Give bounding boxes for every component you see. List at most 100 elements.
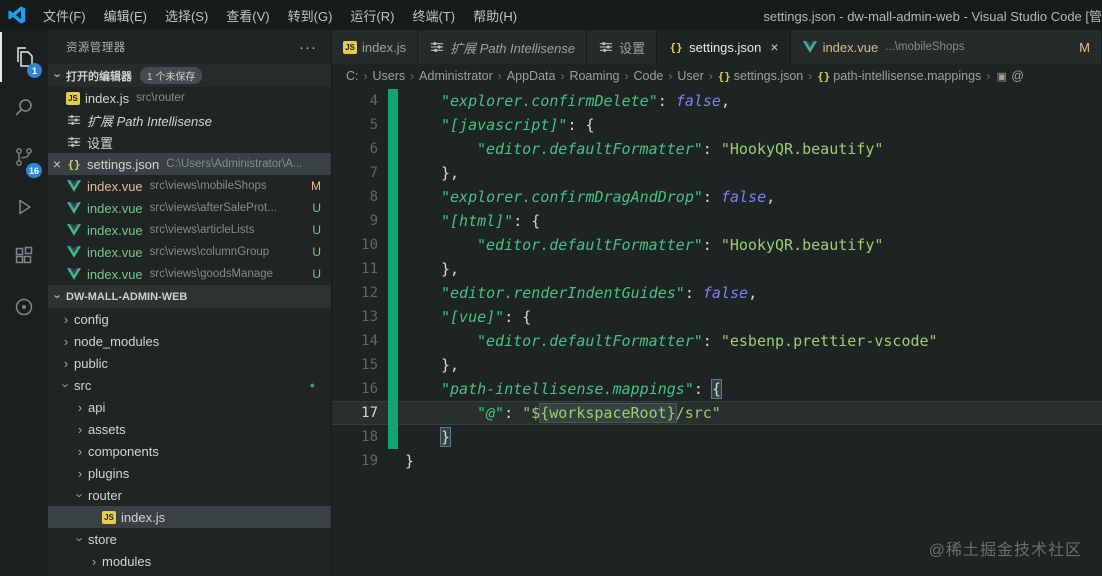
symbol-property-icon: ▣ (996, 70, 1007, 83)
code-line[interactable]: 6 "editor.defaultFormatter": "HookyQR.bea… (332, 137, 1102, 161)
line-number[interactable]: 7 (332, 165, 388, 181)
code-line[interactable]: 10 "editor.defaultFormatter": "HookyQR.be… (332, 233, 1102, 257)
tree-item-api[interactable]: › api (48, 396, 331, 418)
code-line[interactable]: 9 "[html]": { (332, 209, 1102, 233)
editor-area: JS index.js 扩展 Path Intellisense 设置{} settin… (332, 30, 1102, 576)
modified-gutter (388, 161, 398, 185)
breadcrumb-item[interactable]: ▣ @ (995, 69, 1024, 83)
code-line[interactable]: 17 "@": "${workspaceRoot}/src" (332, 401, 1102, 425)
tree-item-index.js[interactable]: JS index.js (48, 506, 331, 528)
tree-item-node_modules[interactable]: › node_modules (48, 330, 331, 352)
search-icon[interactable] (0, 82, 48, 132)
menu-selection[interactable]: 选择(S) (156, 0, 217, 30)
tree-item-public[interactable]: › public (48, 352, 331, 374)
code-line[interactable]: 14 "editor.defaultFormatter": "esbenp.pre… (332, 329, 1102, 353)
line-number[interactable]: 8 (332, 189, 388, 205)
tree-item-src[interactable]: › src ● (48, 374, 331, 396)
breadcrumb-item[interactable]: Code (633, 69, 663, 83)
code-line[interactable]: 8 "explorer.confirmDragAndDrop": false, (332, 185, 1102, 209)
tree-item-plugins[interactable]: › plugins (48, 462, 331, 484)
folder-name: node_modules (74, 333, 160, 349)
more-actions-icon[interactable]: ··· (299, 39, 317, 56)
circle-icon[interactable] (0, 282, 48, 332)
run-debug-icon[interactable] (0, 182, 48, 232)
close-icon[interactable]: × (770, 40, 778, 54)
line-number[interactable]: 14 (332, 333, 388, 349)
open-editor-item[interactable]: 设置 (48, 131, 331, 153)
line-number[interactable]: 10 (332, 237, 388, 253)
file-path: src\router (136, 92, 185, 104)
line-number[interactable]: 16 (332, 381, 388, 397)
breadcrumb-item[interactable]: User (677, 69, 703, 83)
breadcrumb-item[interactable]: {} path-intellisense.mappings (817, 69, 981, 83)
breadcrumb-item[interactable]: Roaming (569, 69, 619, 83)
close-icon[interactable]: × (53, 157, 61, 171)
open-editor-item[interactable]: index.vue src\views\columnGroup U (48, 241, 331, 263)
tree-item-components[interactable]: › components (48, 440, 331, 462)
open-editor-item[interactable]: JS index.js src\router (48, 87, 331, 109)
breadcrumb-item[interactable]: {} settings.json (718, 69, 804, 83)
code-line[interactable]: 7}, (332, 161, 1102, 185)
tab-settings-ui[interactable]: 设置 (587, 30, 658, 64)
tree-item-assets[interactable]: › assets (48, 418, 331, 440)
breadcrumb-label: @ (1011, 69, 1024, 83)
breadcrumb-item[interactable]: AppData (507, 69, 556, 83)
code-line[interactable]: 5 "[javascript]": { (332, 113, 1102, 137)
menu-run[interactable]: 运行(R) (341, 0, 403, 30)
tree-item-config[interactable]: › config (48, 308, 331, 330)
breadcrumb-label: path-intellisense.mappings (833, 69, 982, 83)
tab-settings-json[interactable]: {} settings.json × (657, 30, 791, 64)
tree-item-store[interactable]: › store (48, 528, 331, 550)
open-editor-item[interactable]: index.vue src\views\goodsManage U (48, 263, 331, 285)
open-editor-item[interactable]: index.vue src\views\afterSaleProt... U (48, 197, 331, 219)
menu-help[interactable]: 帮助(H) (464, 0, 526, 30)
line-number[interactable]: 13 (332, 309, 388, 325)
tab-index-js[interactable]: JS index.js (332, 30, 419, 64)
code-line[interactable]: 4 "explorer.confirmDelete": false, (332, 89, 1102, 113)
open-editor-item[interactable]: index.vue src\views\mobileShops M (48, 175, 331, 197)
breadcrumb-item[interactable]: C: (346, 69, 359, 83)
breadcrumb-label: User (677, 69, 704, 83)
extensions-icon[interactable] (0, 232, 48, 282)
line-number[interactable]: 17 (332, 405, 388, 421)
line-number[interactable]: 19 (332, 453, 388, 469)
code-line[interactable]: 12 "editor.renderIndentGuides": false, (332, 281, 1102, 305)
menu-view[interactable]: 查看(V) (217, 0, 278, 30)
code-editor[interactable]: 4 "explorer.confirmDelete": false, 5 "[java… (332, 88, 1102, 576)
line-number[interactable]: 11 (332, 261, 388, 277)
menu-go[interactable]: 转到(G) (279, 0, 342, 30)
file-name: 设置 (87, 135, 114, 151)
open-editor-item[interactable]: × {} settings.json C:\Users\Administrator\A… (48, 153, 331, 175)
menu-terminal[interactable]: 终端(T) (403, 0, 464, 30)
menu-file[interactable]: 文件(F) (34, 0, 95, 30)
code-line[interactable]: 15}, (332, 353, 1102, 377)
open-editor-item[interactable]: index.vue src\views\articleLists U (48, 219, 331, 241)
breadcrumb-label: Code (633, 69, 664, 83)
tab-index-vue[interactable]: index.vue ...\mobileShops M (790, 30, 1102, 64)
code-line[interactable]: 13 "[vue]": { (332, 305, 1102, 329)
line-number[interactable]: 18 (332, 429, 388, 445)
line-number[interactable]: 12 (332, 285, 388, 301)
line-number[interactable]: 5 (332, 117, 388, 133)
tab-path-intellisense[interactable]: 扩展 Path Intellisense (418, 30, 588, 64)
source-control-icon[interactable]: 16 (0, 132, 48, 182)
open-editors-header[interactable]: › 打开的编辑器 1 个未保存 (48, 64, 331, 87)
open-editor-item[interactable]: 扩展 Path Intellisense (48, 109, 331, 131)
file-name: 扩展 Path Intellisense (87, 113, 213, 129)
explorer-icon[interactable]: 1 (0, 32, 48, 82)
breadcrumb-item[interactable]: Users (373, 69, 406, 83)
code-line[interactable]: 18} (332, 425, 1102, 449)
code-line[interactable]: 16 "path-intellisense.mappings": { (332, 377, 1102, 401)
breadcrumb-item[interactable]: Administrator (419, 69, 493, 83)
line-number[interactable]: 6 (332, 141, 388, 157)
code-line[interactable]: 11}, (332, 257, 1102, 281)
code-line[interactable]: 19} (332, 449, 1102, 473)
tree-item-router[interactable]: › router (48, 484, 331, 506)
git-status-badge: U (312, 201, 321, 215)
line-number[interactable]: 4 (332, 93, 388, 109)
menu-edit[interactable]: 编辑(E) (95, 0, 156, 30)
project-header[interactable]: › DW-MALL-ADMIN-WEB (48, 285, 331, 308)
line-number[interactable]: 15 (332, 357, 388, 373)
line-number[interactable]: 9 (332, 213, 388, 229)
tree-item-modules[interactable]: › modules (48, 550, 331, 572)
